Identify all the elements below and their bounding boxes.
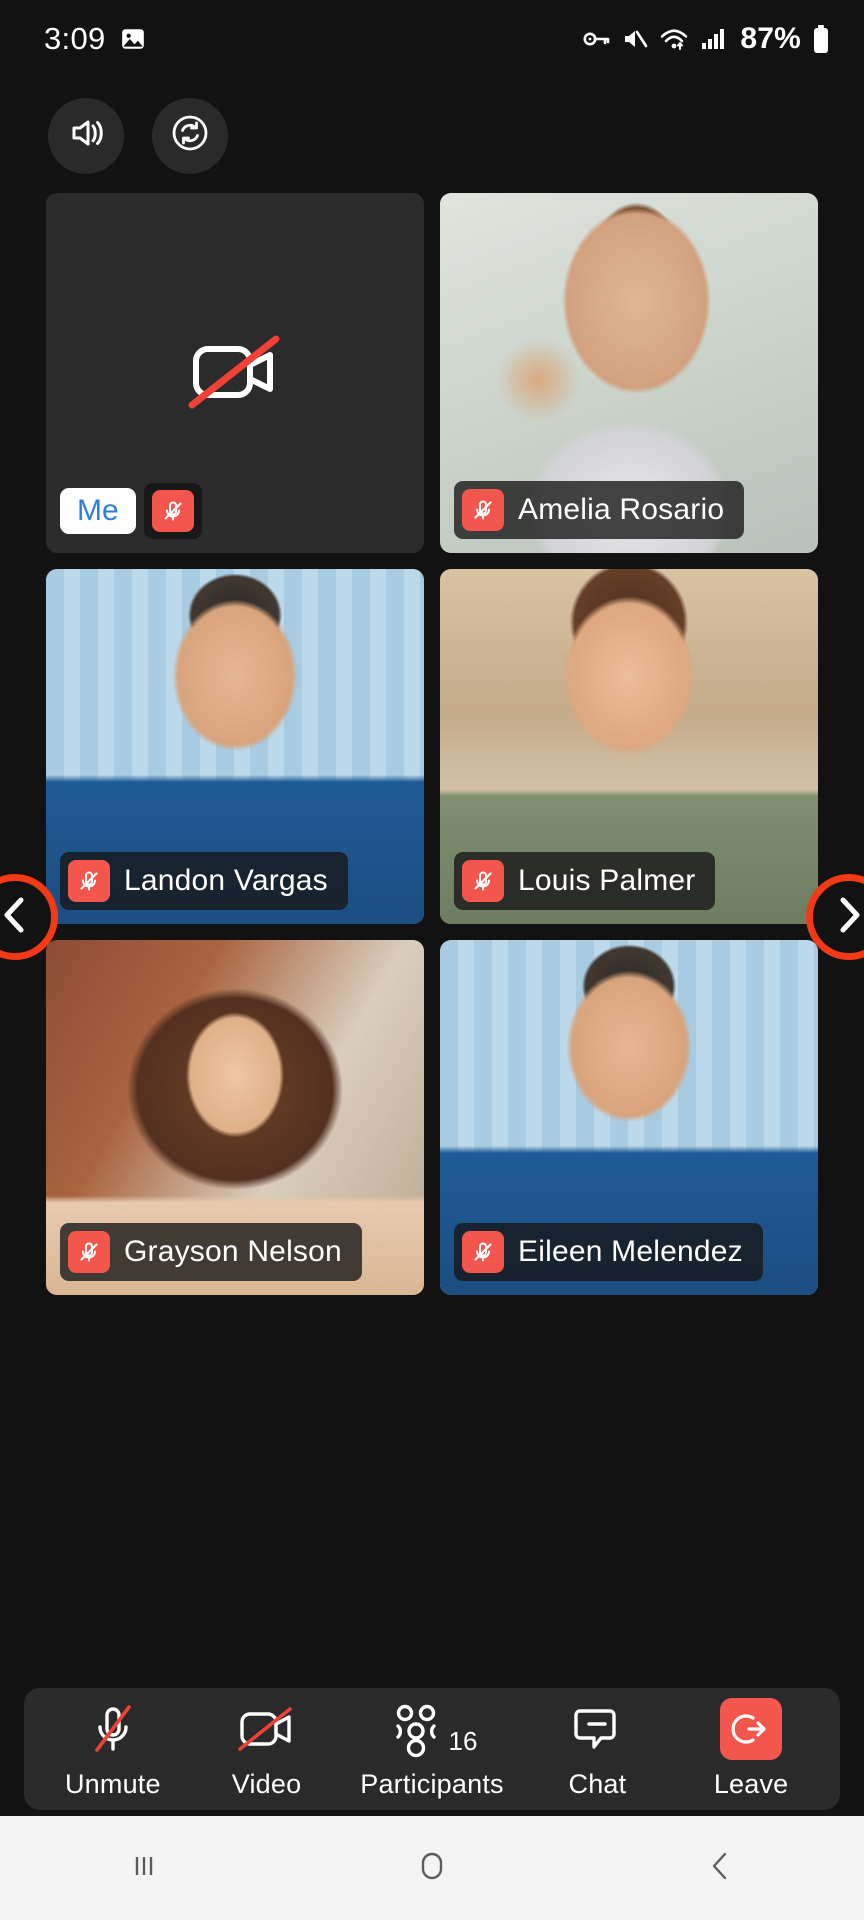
mic-off-icon — [85, 1698, 141, 1760]
participant-name: Amelia Rosario — [518, 493, 725, 526]
home-button[interactable] — [377, 1816, 487, 1920]
participant-name: Louis Palmer — [518, 864, 696, 897]
participant-name-bar: Amelia Rosario — [454, 481, 745, 539]
top-control-bar — [0, 78, 864, 193]
participant-name-bar: Eileen Melendez — [454, 1223, 763, 1281]
video-label: Video — [231, 1769, 302, 1799]
video-tile-self[interactable]: Me — [46, 193, 424, 553]
status-bar-right: 87% — [583, 22, 830, 56]
participant-name: Grayson Nelson — [124, 1235, 342, 1268]
video-tile[interactable]: Eileen Melendez — [440, 940, 818, 1295]
camera-switch-icon — [168, 111, 212, 160]
unmute-button[interactable]: Unmute — [53, 1698, 173, 1800]
video-grid: Me Amelia Rosario Landon Vargas Louis Pa… — [0, 193, 864, 1295]
recents-button[interactable] — [89, 1816, 199, 1920]
leave-button[interactable]: Leave — [691, 1698, 811, 1800]
back-button[interactable] — [665, 1816, 775, 1920]
key-icon — [583, 27, 611, 51]
participants-button[interactable]: 16 Participants — [360, 1698, 504, 1800]
chevron-right-icon — [830, 893, 864, 942]
chat-button[interactable]: Chat — [537, 1698, 657, 1800]
mic-muted-icon — [68, 860, 110, 902]
mic-muted-icon — [462, 860, 504, 902]
cellular-signal-icon — [700, 27, 726, 51]
mic-muted-icon — [68, 1231, 110, 1273]
status-bar: 3:09 87% — [0, 0, 864, 78]
participant-name: Landon Vargas — [124, 864, 328, 897]
speaker-muted-icon — [622, 27, 648, 51]
home-icon — [412, 1846, 452, 1891]
switch-camera-button[interactable] — [152, 97, 228, 174]
participant-name-bar: Louis Palmer — [454, 852, 716, 910]
self-mic-status — [143, 483, 202, 539]
video-button[interactable]: Video — [207, 1698, 327, 1800]
camera-off-icon — [176, 325, 294, 422]
participant-name-bar: Grayson Nelson — [60, 1223, 362, 1281]
video-tile[interactable]: Grayson Nelson — [46, 940, 424, 1295]
video-tile[interactable]: Louis Palmer — [440, 569, 818, 924]
self-name-chip: Me — [60, 488, 136, 534]
back-icon — [702, 1846, 738, 1891]
mic-muted-icon — [462, 1231, 504, 1273]
battery-icon — [812, 24, 830, 54]
mic-muted-icon — [151, 490, 194, 532]
mic-muted-icon — [462, 489, 504, 531]
camera-off-icon — [232, 1698, 302, 1760]
leave-meeting-icon — [720, 1698, 783, 1760]
recents-icon — [126, 1848, 162, 1889]
video-tile[interactable]: Landon Vargas — [46, 569, 424, 924]
chat-label: Chat — [568, 1769, 627, 1799]
image-icon — [120, 26, 146, 52]
status-time: 3:09 — [44, 21, 106, 56]
status-bar-left: 3:09 — [44, 21, 146, 57]
leave-icon-box — [720, 1698, 783, 1760]
unmute-label: Unmute — [64, 1769, 161, 1799]
meeting-toolbar-wrap: Unmute Video 16 Participants Chat Leave — [0, 1688, 864, 1810]
participants-label: Participants — [360, 1769, 504, 1799]
chat-icon — [568, 1698, 626, 1760]
participant-name-bar: Landon Vargas — [60, 852, 348, 910]
meeting-toolbar: Unmute Video 16 Participants Chat Leave — [24, 1688, 840, 1810]
android-navigation-bar — [0, 1816, 864, 1920]
leave-label: Leave — [713, 1769, 789, 1799]
participants-count: 16 — [448, 1726, 478, 1756]
participants-icon — [395, 1704, 436, 1758]
battery-percent: 87% — [740, 22, 801, 55]
speaker-icon — [65, 112, 107, 159]
chevron-left-icon — [0, 893, 34, 942]
audio-output-button[interactable] — [48, 97, 124, 174]
video-tile[interactable]: Amelia Rosario — [440, 193, 818, 553]
participant-name: Eileen Melendez — [518, 1235, 743, 1268]
self-label-row: Me — [60, 483, 202, 539]
participants-icon-group: 16 — [387, 1698, 478, 1760]
wifi-icon — [659, 27, 689, 51]
